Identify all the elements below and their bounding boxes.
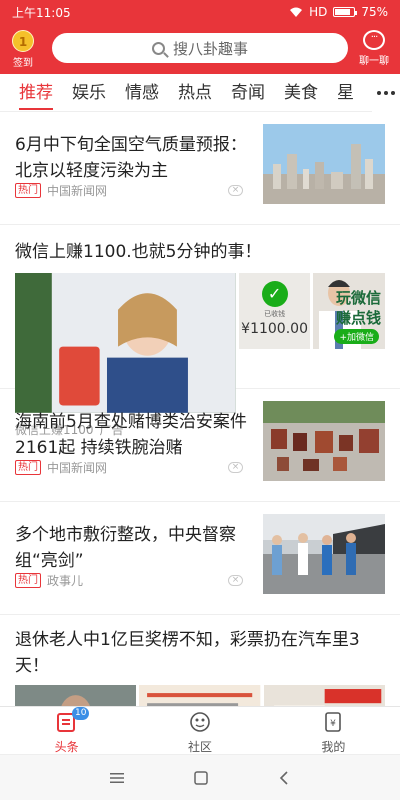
paid-amount: ¥1100.00 <box>241 321 308 337</box>
article-meta: 热门 政事儿 × <box>15 572 243 589</box>
article-source: 中国新闻网 <box>47 461 108 475</box>
article-thumbnail <box>263 514 385 594</box>
list-item-ad[interactable]: 微信上赚1100.也就5分钟的事！ ✓ 已收钱 ¥1100.00 玩微信 赚点钱… <box>0 225 400 437</box>
nav-mine[interactable]: ¥ 我的 <box>267 707 400 754</box>
tab-recommend[interactable]: 推荐 <box>0 74 53 112</box>
signin-button[interactable]: 1 签到 <box>8 30 38 69</box>
nav-label: 社区 <box>187 740 212 754</box>
list-item[interactable]: 海南前5月查处赌博类治安案件2161起 持续铁腕治赌 热门 中国新闻网 × <box>0 389 400 502</box>
article-image-ticket <box>139 685 261 708</box>
check-icon: ✓ <box>261 281 288 307</box>
article-thumbnail <box>263 401 385 481</box>
article-source: 中国新闻网 <box>47 184 108 198</box>
headlines-badge: 10 <box>72 707 90 720</box>
dismiss-icon[interactable]: × <box>228 462 243 473</box>
article-meta: 热门 中国新闻网 × <box>15 459 243 476</box>
search-placeholder: 搜八卦趣事 <box>172 39 248 58</box>
chat-label: 聊一聊 <box>359 56 389 67</box>
hot-tag: 热门 <box>15 183 41 198</box>
network-type: HD <box>309 5 328 19</box>
news-feed[interactable]: 6月中下旬全国空气质量预报：北京以轻度污染为主 热门 中国新闻网 × 微信上赚1… <box>0 112 400 708</box>
nav-headlines[interactable]: 10 头条 <box>0 707 133 754</box>
article-meta: 热门 中国新闻网 × <box>15 182 243 199</box>
article-image-notice <box>263 685 385 708</box>
article-source: 政事儿 <box>47 574 84 588</box>
list-item[interactable]: 多个地市敷衍整改，中央督察组“亮剑” 热门 政事儿 × <box>0 502 400 615</box>
battery-icon <box>333 7 358 17</box>
hot-tag: 热门 <box>15 573 41 588</box>
article-images <box>15 685 385 708</box>
battery-percent: 75% <box>361 5 388 19</box>
ad-line2: 赚点钱 <box>335 309 381 327</box>
community-icon <box>190 712 210 732</box>
menu-icon[interactable] <box>110 772 124 784</box>
status-right: HD 75% <box>289 5 388 19</box>
status-time: 上午11:05 <box>12 5 71 20</box>
article-title[interactable]: 多个地市敷衍整改，中央督察组“亮剑” <box>15 522 247 574</box>
article-thumbnail <box>263 124 385 204</box>
tab-entertainment[interactable]: 娱乐 <box>53 74 106 112</box>
nav-label: 头条 <box>54 740 79 754</box>
chat-icon: ··· <box>363 30 385 50</box>
app-root: 上午11:05 HD 75% 1 签到 搜八卦趣事 ··· 聊一聊 推荐 娱乐 … <box>0 0 400 800</box>
wallet-icon: ¥ <box>325 712 342 732</box>
article-title[interactable]: 海南前5月查处赌博类治安案件2161起 持续铁腕治赌 <box>15 409 247 461</box>
nav-label: 我的 <box>321 740 346 754</box>
tab-oddities[interactable]: 奇闻 <box>212 74 265 112</box>
more-tabs-icon[interactable] <box>372 74 400 112</box>
bottom-nav: 10 头条 社区 ¥ 我的 <box>0 706 400 754</box>
ad-image-payment: ✓ 已收钱 ¥1100.00 <box>238 273 311 349</box>
svg-text:¥: ¥ <box>330 719 336 729</box>
ad-add-button: +加微信 <box>334 329 379 344</box>
coin-icon: 1 <box>12 30 34 52</box>
tab-emotion[interactable]: 情感 <box>106 74 159 112</box>
hot-tag: 热门 <box>15 460 41 475</box>
tab-hot[interactable]: 热点 <box>159 74 212 112</box>
header: 1 签到 搜八卦趣事 ··· 聊一聊 <box>0 30 400 69</box>
paid-label: 已收钱 <box>264 310 286 318</box>
search-input[interactable]: 搜八卦趣事 <box>52 33 348 63</box>
ad-image-wechat: 玩微信 赚点钱 +加微信 <box>313 273 385 349</box>
article-title[interactable]: 微信上赚1100.也就5分钟的事！ <box>15 239 385 265</box>
tab-star[interactable]: 星 <box>318 74 354 112</box>
article-title[interactable]: 退休老人中1亿巨奖楞不知，彩票扔在汽车里3天！ <box>15 627 385 679</box>
list-item[interactable]: 退休老人中1亿巨奖楞不知，彩票扔在汽车里3天！ <box>0 615 400 708</box>
dismiss-icon[interactable]: × <box>228 575 243 586</box>
article-title[interactable]: 6月中下旬全国空气质量预报：北京以轻度污染为主 <box>15 132 247 184</box>
list-item[interactable]: 6月中下旬全国空气质量预报：北京以轻度污染为主 热门 中国新闻网 × <box>0 112 400 225</box>
home-icon[interactable] <box>194 770 208 785</box>
status-bar: 上午11:05 HD 75% <box>0 0 400 24</box>
wifi-icon <box>290 7 303 17</box>
signin-label: 签到 <box>13 58 33 69</box>
chat-button[interactable]: ··· 聊一聊 <box>356 30 392 67</box>
search-icon <box>151 41 165 55</box>
tab-food[interactable]: 美食 <box>265 74 318 112</box>
system-nav-bar <box>0 754 400 800</box>
nav-community[interactable]: 社区 <box>133 707 266 754</box>
back-icon[interactable] <box>278 770 290 785</box>
top-bar: 上午11:05 HD 75% 1 签到 搜八卦趣事 ··· 聊一聊 <box>0 0 400 74</box>
dismiss-icon[interactable]: × <box>228 185 243 196</box>
article-image-elder <box>15 685 137 708</box>
category-tabs: 推荐 娱乐 情感 热点 奇闻 美食 星 <box>0 74 400 112</box>
ad-line1: 玩微信 <box>335 289 381 307</box>
